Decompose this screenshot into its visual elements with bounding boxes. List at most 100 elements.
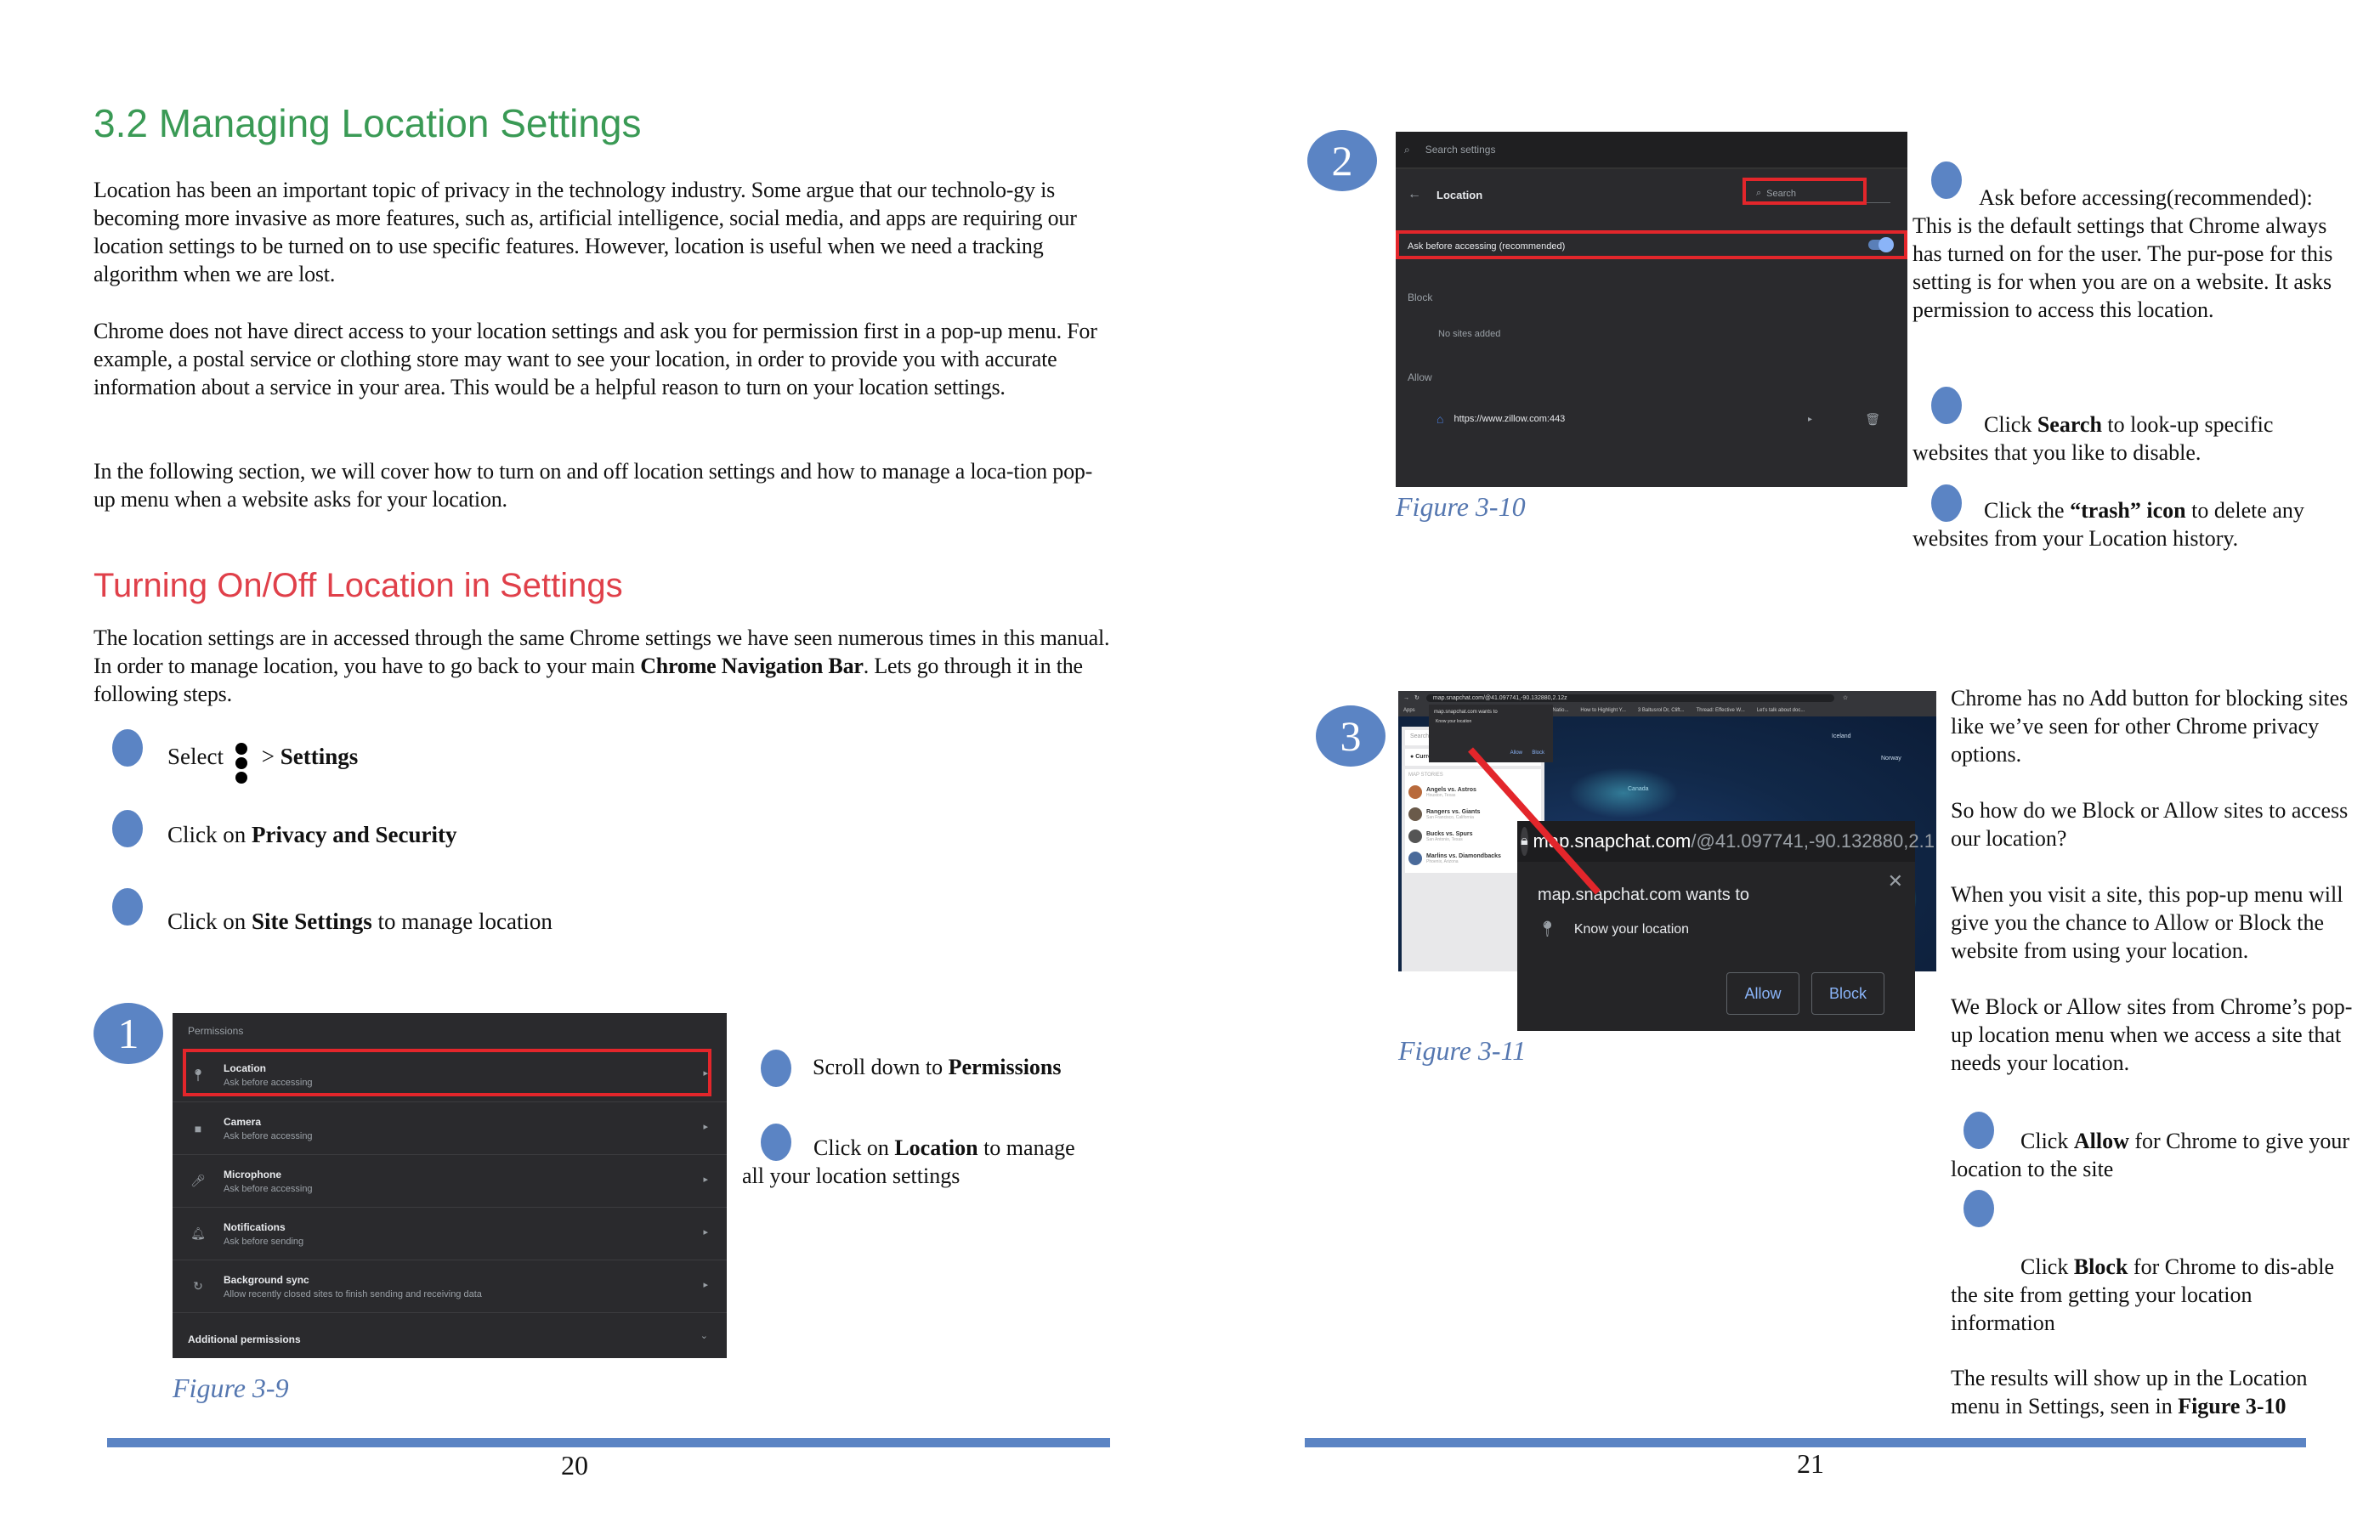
permission-subtitle: Ask before accessing [224,1183,313,1194]
bullet-icon [1964,1190,1994,1227]
intro-paragraph-1: Location has been an important topic of … [94,178,1077,286]
browser-toolbar: → ↻ map.snapchat.com/@41.097741,-90.1328… [1398,691,1936,705]
chevron-right-icon: ▸ [703,1175,708,1185]
bookmark[interactable]: Thread: Effective W... [1697,708,1745,713]
note-click-block: Click Block for Chrome to dis-able the s… [1951,1190,2350,1337]
step-text: Click on [167,909,252,934]
highlight-box [1396,230,1907,259]
chevron-right-icon[interactable]: ▸ [1808,415,1812,424]
sync-icon: ↻ [193,1279,203,1293]
bullet-icon [112,888,143,926]
figure-caption-3-9: Figure 3-9 [173,1373,289,1403]
figure-reference: Figure 3-10 [2178,1394,2286,1418]
step-text: Click on [167,822,252,847]
figure-caption-3-11: Figure 3-11 [1398,1035,1527,1066]
step-bold: Permissions [948,1055,1062,1079]
permissions-panel-screenshot: Permissions 📍︎ Location Ask before access… [173,1013,727,1358]
bullet-icon [1964,1112,1994,1149]
note-bold: “trash” icon [2070,498,2186,523]
bullet-icon [1931,161,1962,199]
back-arrow-icon[interactable]: ← [1408,187,1421,202]
note-text: for Chrome to dis-able the site from get… [1951,1254,2335,1335]
block-section-label: Block [1408,292,1433,303]
chevron-down-icon: ⌄ [700,1331,708,1341]
allow-section-label: Allow [1408,371,1432,383]
step-bold: Privacy and Security [252,822,457,847]
bullet-icon [761,1050,791,1087]
bullet-icon [112,729,143,767]
page-number-left: 20 [561,1450,588,1481]
permission-subtitle: Ask before accessing [224,1130,313,1141]
permission-row-notifications[interactable]: 🔔︎ Notifications Ask before sending ▸ [173,1207,727,1260]
permission-row-microphone[interactable]: 🎤︎ Microphone Ask before accessing ▸ [173,1154,727,1207]
bell-icon: 🔔︎ [190,1226,206,1240]
location-pin-icon: 📍︎ [1538,920,1557,937]
allow-button[interactable]: Allow [1726,972,1799,1015]
reload-icon[interactable]: ↻ [1414,694,1420,701]
figure-badge-3: 3 [1316,705,1386,767]
step-text: Scroll down to [813,1055,949,1079]
bullet-icon [112,810,143,847]
trash-icon[interactable]: 🗑︎ [1865,412,1880,427]
page-title: 3.2 Managing Location Settings [94,101,642,145]
bookmark[interactable]: Apps [1403,708,1415,713]
step-scroll-permissions: Scroll down to Permissions [761,1050,1062,1087]
bullet-icon [1931,484,1962,522]
note-click-allow: Click Allow for Chrome to give your loca… [1951,1112,2350,1183]
block-button[interactable]: Block [1811,972,1884,1015]
page-number-right: 21 [1797,1448,1824,1479]
permission-title: Microphone [224,1168,281,1180]
search-icon: ⌕ [1404,143,1410,156]
step-text: > [255,743,280,769]
address-bar[interactable]: map.snapchat.com/@41.097741,-90.132880,2… [1425,694,1834,702]
note-text: for Chrome to give your location to the … [1951,1129,2350,1181]
location-header: ← Location ⌕ Search [1396,169,1907,220]
permission-title: Background sync [224,1273,309,1286]
additional-permissions-row[interactable]: Additional permissions ⌄ [173,1312,727,1365]
bookmark[interactable]: 3 Baltusrol Dr, Clift... [1638,708,1685,713]
bullet-icon [1931,387,1962,424]
step-text: to manage location [371,909,552,934]
step-bold: Settings [280,743,359,769]
address-url: map.snapchat.com/@41.097741,-90.132880,2… [1432,694,1567,701]
permission-row-background-sync[interactable]: ↻ Background sync Allow recently closed s… [173,1260,727,1312]
note-text: Click the [1984,498,2071,523]
story-avatar [1408,785,1422,799]
intro-paragraph-2: Chrome does not have direct access to yo… [94,319,1097,399]
zillow-site-icon: ⌂ [1436,412,1444,426]
note-paragraph: We Block or Allow sites from Chrome’s po… [1951,994,2353,1075]
permission-subtitle: Ask before sending [224,1236,304,1247]
closing-note: The results will show up in the Location… [1951,1364,2359,1420]
story-avatar [1408,807,1422,821]
highlight-box [1742,178,1867,205]
fig11-notes: Chrome has no Add button for blocking si… [1951,684,2359,1077]
close-icon[interactable]: ✕ [1888,870,1903,892]
microphone-icon: 🎤︎ [190,1174,206,1187]
three-dots-vertical-icon [235,743,247,784]
note-paragraph: So how do we Block or Allow sites to acc… [1951,798,2349,851]
story-avatar [1408,852,1422,865]
forward-icon[interactable]: → [1403,695,1409,701]
bullet-icon [761,1124,791,1161]
note-text: Click [1984,412,2037,437]
block-empty-text: No sites added [1438,329,1501,339]
figure-caption-3-10: Figure 3-10 [1396,491,1526,522]
allowed-site-row[interactable]: ⌂ https://www.zillow.com:443 ▸ 🗑︎ [1396,409,1907,429]
chevron-right-icon: ▸ [703,1280,708,1290]
ask-before-accessing-row[interactable]: Ask before accessing (recommended) [1396,227,1907,266]
allowed-site-url: https://www.zillow.com:443 [1454,414,1566,424]
red-arrow-line [1468,747,1601,895]
intro-paragraph-3: In the following section, we will cover … [94,459,1093,512]
note-click-search: Click Search to look-up specific website… [1912,387,2346,467]
highlight-box [183,1049,711,1096]
step-select-settings: Select > Settings [112,729,359,784]
bookmark[interactable]: Let's talk about doc... [1757,708,1805,713]
search-settings-placeholder: Search settings [1425,144,1496,156]
star-icon[interactable]: ☆ [1843,694,1848,701]
permission-row-camera[interactable]: ■ Camera Ask before accessing ▸ [173,1101,727,1154]
note-bold: Block [2073,1254,2128,1279]
bookmark[interactable]: How to Highlight Y... [1580,708,1625,713]
search-settings-bar[interactable]: ⌕ Search settings [1396,132,1907,169]
additional-permissions-label: Additional permissions [188,1333,301,1345]
chevron-right-icon: ▸ [703,1122,708,1132]
